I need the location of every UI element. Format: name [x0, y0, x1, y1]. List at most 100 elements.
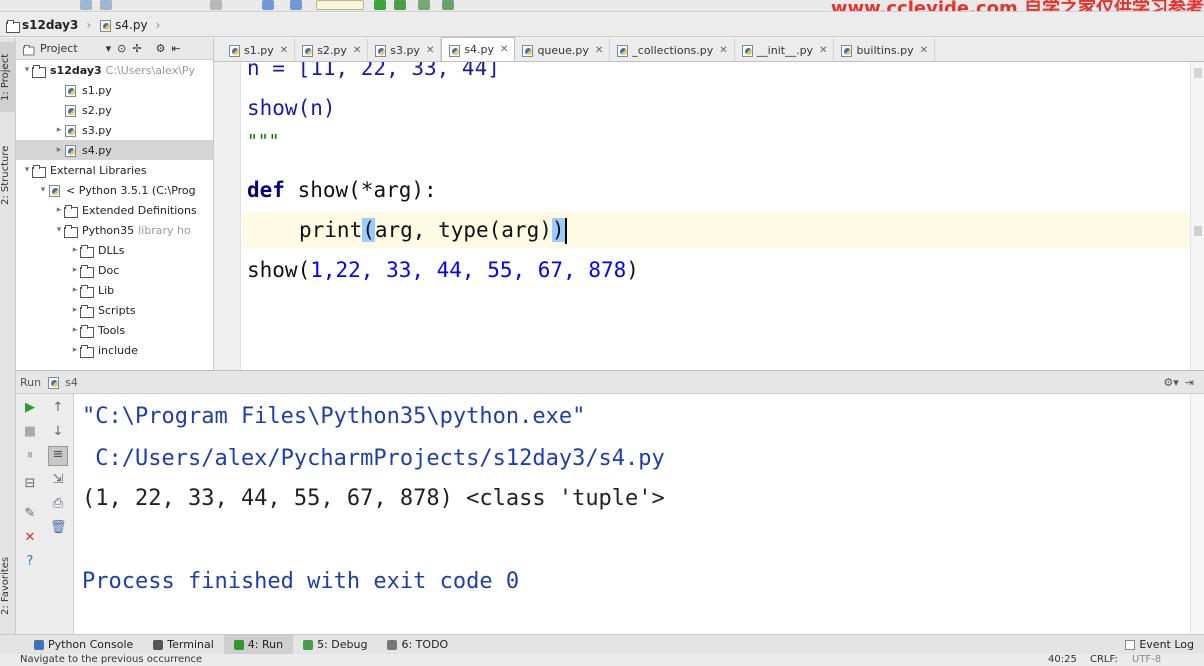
tree-item[interactable]: s2.py: [16, 100, 213, 120]
editor-tab[interactable]: queue.py ✕: [515, 39, 611, 61]
tool-window-button[interactable]: Terminal: [143, 635, 224, 655]
tree-item[interactable]: ▸ s4.py: [16, 140, 213, 160]
status-message: Navigate to the previous occurrence: [20, 654, 203, 665]
close-icon[interactable]: ✕: [353, 45, 361, 56]
up-arrow-icon[interactable]: ↑: [50, 400, 66, 416]
hide-panel-icon[interactable]: ⇤: [171, 42, 180, 55]
tree-item[interactable]: ▾ Python35 library ho: [16, 220, 213, 240]
chevron-right-icon[interactable]: ▸: [70, 345, 80, 355]
editor-gutter[interactable]: [214, 62, 241, 370]
chevron-right-icon[interactable]: ▸: [54, 145, 64, 155]
editor-tab[interactable]: builtins.py ✕: [834, 39, 935, 61]
chevron-down-icon[interactable]: ▾: [38, 185, 48, 195]
redo-icon[interactable]: [100, 0, 112, 10]
coverage-icon[interactable]: [418, 0, 430, 10]
chevron-right-icon[interactable]: ▸: [70, 265, 80, 275]
gear-icon[interactable]: ⚙: [156, 42, 166, 55]
editor-tab[interactable]: s4.py ✕: [441, 37, 516, 61]
close-icon[interactable]: ✕: [500, 44, 508, 55]
run-icon[interactable]: [374, 0, 386, 10]
forward-icon[interactable]: [290, 0, 302, 10]
structure-tool-tab[interactable]: 2: Structure: [0, 130, 16, 220]
close-icon[interactable]: ✕: [819, 45, 827, 56]
sync-icon[interactable]: ⊙: [117, 42, 126, 55]
debug-icon[interactable]: [394, 0, 406, 10]
profile-icon[interactable]: [442, 0, 454, 10]
close-icon[interactable]: ✕: [595, 45, 603, 56]
python-file-icon: [47, 376, 60, 389]
line-separator[interactable]: CRLF:: [1090, 654, 1118, 665]
close-icon[interactable]: ✕: [920, 45, 928, 56]
back-icon[interactable]: [262, 0, 274, 10]
breadcrumb-project[interactable]: s12day3 ›: [4, 18, 97, 33]
gear-icon[interactable]: ⚙▾: [1163, 376, 1178, 389]
tree-item[interactable]: ▸ include: [16, 340, 213, 360]
chevron-down-icon[interactable]: ▾: [22, 65, 32, 75]
console-scrollbar[interactable]: [1190, 394, 1204, 634]
tool-window-button[interactable]: 6: TODO: [377, 635, 458, 655]
project-view-selector[interactable]: Project: [40, 42, 78, 55]
rerun-icon[interactable]: ▶: [22, 400, 38, 416]
run-config-name[interactable]: s4: [65, 376, 78, 389]
editor-scrollbar[interactable]: [1190, 62, 1204, 370]
scroll-to-end-icon[interactable]: ⇲: [50, 472, 66, 488]
editor-tab[interactable]: __init__.py ✕: [735, 39, 835, 61]
hide-panel-icon[interactable]: ⇥: [1185, 376, 1204, 389]
tool-window-button[interactable]: 4: Run: [223, 634, 294, 655]
dump-threads-icon[interactable]: ⊟: [22, 476, 38, 492]
breadcrumb-file[interactable]: s4.py ›: [97, 18, 166, 32]
tree-item-label: External Libraries: [50, 163, 147, 177]
soft-wrap-icon[interactable]: ≡: [48, 446, 68, 466]
undo-icon[interactable]: [80, 0, 92, 10]
view-dropdown-icon[interactable]: ▾: [106, 42, 112, 55]
close-icon[interactable]: ✕: [22, 530, 38, 546]
run-console[interactable]: "C:\Program Files\Python35\python.exe" C…: [74, 394, 1204, 634]
pin-icon[interactable]: ✎: [22, 506, 38, 522]
down-arrow-icon[interactable]: ↓: [50, 424, 66, 440]
pause-icon[interactable]: ⏸: [22, 448, 38, 464]
print-icon[interactable]: ⎙: [50, 496, 66, 512]
help-icon[interactable]: ?: [22, 554, 38, 570]
chevron-right-icon[interactable]: ▸: [70, 325, 80, 335]
tree-item[interactable]: ▸ Doc: [16, 260, 213, 280]
editor-tab[interactable]: s3.py ✕: [368, 39, 442, 61]
event-log-button[interactable]: Event Log: [1115, 635, 1204, 655]
tree-item[interactable]: ▾ s12day3 C:\Users\alex\Py: [16, 60, 213, 80]
tree-item[interactable]: ▸ DLLs: [16, 240, 213, 260]
tree-item[interactable]: s1.py: [16, 80, 213, 100]
chevron-down-icon[interactable]: ▾: [54, 225, 64, 235]
clear-all-icon[interactable]: 🗑: [50, 520, 67, 536]
caret-position[interactable]: 40:25: [1048, 654, 1077, 665]
tree-item[interactable]: ▸ Tools: [16, 320, 213, 340]
chevron-right-icon[interactable]: ▸: [54, 125, 64, 135]
stop-icon[interactable]: ■: [22, 424, 38, 440]
tool-window-button[interactable]: 5: Debug: [293, 635, 377, 655]
chevron-right-icon[interactable]: ▸: [70, 285, 80, 295]
file-encoding[interactable]: UTF-8: [1132, 654, 1161, 665]
editor-tab[interactable]: s2.py ✕: [295, 39, 369, 61]
editor-tab[interactable]: s1.py ✕: [222, 39, 296, 61]
favorites-tool-tab[interactable]: 2: Favorites: [0, 546, 16, 626]
code-editor[interactable]: n = [11, 22, 33, 44] show(n) """ def sho…: [214, 62, 1204, 370]
tree-item[interactable]: ▾ < Python 3.5.1 (C:\Prog: [16, 180, 213, 200]
debug-icon: [303, 639, 314, 650]
tree-item[interactable]: ▸ Lib: [16, 280, 213, 300]
chevron-down-icon[interactable]: ▾: [22, 165, 32, 175]
close-icon[interactable]: ✕: [280, 45, 288, 56]
tree-item[interactable]: ▸ Extended Definitions: [16, 200, 213, 220]
tool-window-button[interactable]: Python Console: [24, 635, 143, 655]
run-config-dropdown[interactable]: [316, 0, 364, 10]
close-icon[interactable]: ✕: [719, 45, 727, 56]
chevron-right-icon[interactable]: ▸: [70, 245, 80, 255]
tree-item[interactable]: ▸ Scripts: [16, 300, 213, 320]
collapse-all-icon[interactable]: ✢: [132, 42, 141, 55]
editor-tab[interactable]: _collections.py ✕: [610, 39, 735, 61]
chevron-right-icon[interactable]: ▸: [70, 305, 80, 315]
tree-item[interactable]: ▸ s3.py: [16, 120, 213, 140]
project-tool-tab[interactable]: 1: Project: [0, 42, 16, 112]
search-icon[interactable]: [210, 0, 222, 10]
tree-item[interactable]: ▾ External Libraries: [16, 160, 213, 180]
close-icon[interactable]: ✕: [426, 45, 434, 56]
chevron-right-icon[interactable]: ▸: [54, 205, 64, 215]
folder-icon: [32, 64, 46, 78]
